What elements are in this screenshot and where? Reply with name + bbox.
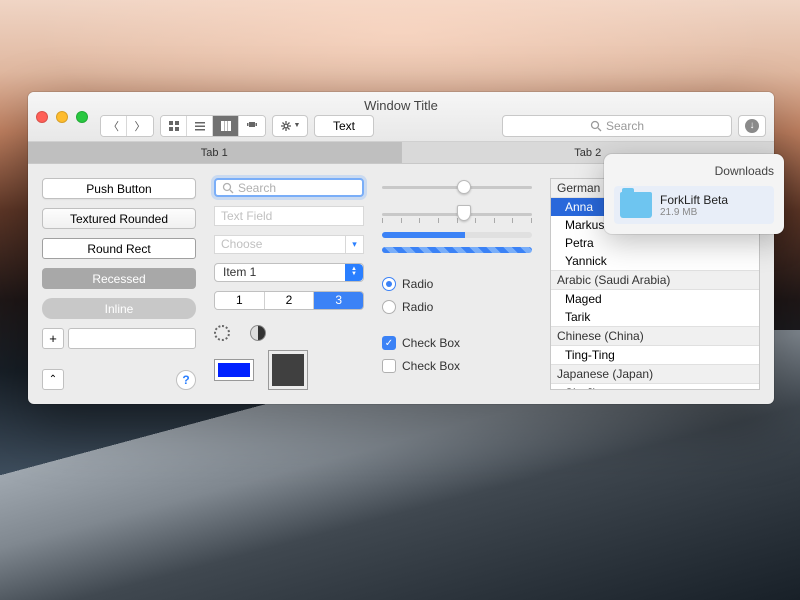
tab-1[interactable]: Tab 1 (28, 142, 402, 163)
combo-placeholder: Choose (221, 237, 262, 251)
progress-indeterminate (382, 247, 532, 253)
nav-back-forward: 〈 〉 (100, 115, 154, 137)
slider-continuous[interactable] (382, 178, 532, 196)
close-window-button[interactable] (36, 111, 48, 123)
inline-button[interactable]: Inline (42, 298, 196, 319)
round-rect-button[interactable]: Round Rect (42, 238, 196, 259)
wells-row (214, 350, 364, 390)
list-icon (194, 120, 206, 132)
progress-bar (382, 232, 532, 238)
popup-button[interactable]: Item 1 ▲▼ (214, 263, 364, 282)
help-button[interactable]: ? (176, 370, 196, 390)
window-title: Window Title (28, 98, 774, 113)
gear-icon (280, 120, 292, 132)
checkbox-label: Check Box (402, 336, 460, 350)
add-button[interactable]: + (42, 328, 64, 349)
download-icon: ↓ (745, 119, 759, 133)
checkbox-label: Check Box (402, 359, 460, 373)
chevron-down-icon: ▼ (294, 122, 301, 129)
recessed-button[interactable]: Recessed (42, 268, 196, 289)
combo-box[interactable]: Choose ▾ (214, 235, 364, 254)
list-item[interactable]: Petra (551, 234, 759, 252)
view-coverflow-button[interactable] (239, 116, 265, 136)
titlebar: Window Title 〈 〉 (28, 92, 774, 142)
chevron-down-icon: ▾ (345, 236, 363, 253)
list-item[interactable]: Ting-Ting (551, 346, 759, 364)
progress-pie-icon (250, 325, 266, 341)
minimize-window-button[interactable] (56, 111, 68, 123)
list-item[interactable]: Sin-Ji (551, 384, 759, 390)
popover-title: Downloads (614, 164, 774, 178)
checkbox-2[interactable]: Check Box (382, 359, 532, 373)
list-header: Arabic (Saudi Arabia) (551, 270, 759, 290)
radio-icon (382, 277, 396, 291)
list-item[interactable]: Yannick (551, 252, 759, 270)
download-item[interactable]: ForkLift Beta 21.9 MB (614, 186, 774, 224)
downloads-popover: Downloads ForkLift Beta 21.9 MB (604, 154, 784, 234)
zoom-window-button[interactable] (76, 111, 88, 123)
search-icon (222, 182, 234, 194)
download-size: 21.9 MB (660, 207, 728, 218)
textured-rounded-button[interactable]: Textured Rounded (42, 208, 196, 229)
main-window: Window Title 〈 〉 (28, 92, 774, 404)
list-item[interactable]: Maged (551, 290, 759, 308)
search-placeholder-label: Search (238, 181, 276, 195)
traffic-lights (36, 111, 88, 123)
columns-icon (220, 120, 232, 132)
coverflow-icon (246, 120, 258, 132)
bottom-controls: ⌃ ? (42, 369, 196, 390)
stepper-row: + (42, 328, 196, 349)
radio-option-2[interactable]: Radio (382, 300, 532, 314)
radio-icon (382, 300, 396, 314)
toolbar: 〈 〉 ▼ Text (100, 115, 766, 137)
spinner-row (214, 325, 364, 341)
grid-icon (168, 120, 180, 132)
search-icon (590, 120, 602, 132)
view-icon-button[interactable] (161, 116, 187, 136)
radio-label: Radio (402, 277, 433, 291)
view-mode-segmented (160, 115, 266, 137)
color-well[interactable] (214, 359, 254, 381)
search-input[interactable]: Search (214, 178, 364, 197)
folder-icon (620, 192, 652, 218)
view-list-button[interactable] (187, 116, 213, 136)
slider-ticks[interactable] (382, 205, 532, 223)
list-header: Japanese (Japan) (551, 364, 759, 384)
push-button[interactable]: Push Button (42, 178, 196, 199)
updown-icon: ▲▼ (345, 264, 363, 281)
list-item[interactable]: Tarik (551, 308, 759, 326)
stepper-field[interactable] (68, 328, 196, 349)
view-column-button[interactable] (213, 116, 239, 136)
download-name: ForkLift Beta (660, 193, 728, 207)
checkbox-icon: ✓ (382, 336, 396, 350)
segment-1[interactable]: 1 (215, 292, 265, 309)
popup-value: Item 1 (223, 265, 256, 279)
back-button[interactable]: 〈 (101, 116, 127, 136)
segment-3[interactable]: 3 (314, 292, 363, 309)
action-menu-button[interactable]: ▼ (272, 115, 308, 137)
toolbar-text-button[interactable]: Text (314, 115, 374, 137)
checkbox-1[interactable]: ✓ Check Box (382, 336, 532, 350)
downloads-button[interactable]: ↓ (738, 115, 766, 137)
radio-option-1[interactable]: Radio (382, 277, 532, 291)
fields-column: Search Text Field Choose ▾ Item 1 ▲▼ 1 2… (214, 178, 364, 390)
image-well[interactable] (268, 350, 308, 390)
list-header: Chinese (China) (551, 326, 759, 346)
segmented-control: 1 2 3 (214, 291, 364, 310)
forward-button[interactable]: 〉 (127, 116, 153, 136)
checkbox-icon (382, 359, 396, 373)
text-field[interactable]: Text Field (214, 206, 364, 225)
sliders-column: Radio Radio ✓ Check Box Check Box (382, 178, 532, 390)
toolbar-search-field[interactable]: Search (502, 115, 732, 137)
spinner-icon (214, 325, 230, 341)
disclosure-button[interactable]: ⌃ (42, 369, 64, 390)
buttons-column: Push Button Textured Rounded Round Rect … (42, 178, 196, 390)
search-placeholder: Search (606, 119, 644, 133)
radio-label: Radio (402, 300, 433, 314)
segment-2[interactable]: 2 (265, 292, 315, 309)
